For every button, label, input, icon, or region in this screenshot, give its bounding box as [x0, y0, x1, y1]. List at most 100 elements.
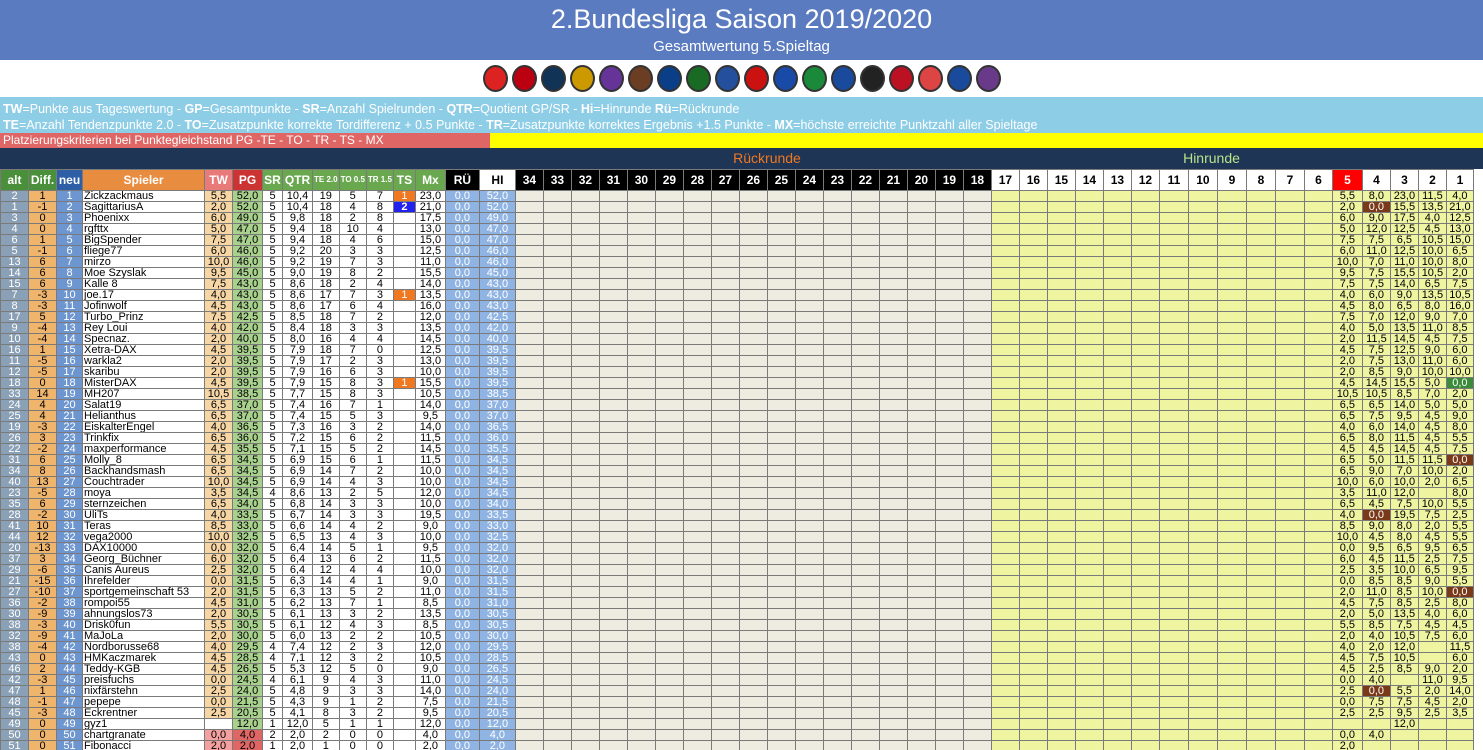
col-header-sr[interactable]: SR: [262, 169, 283, 191]
col-header-ts[interactable]: TS: [392, 169, 416, 191]
col-header-alt[interactable]: alt: [0, 169, 29, 191]
col-header-day[interactable]: 30: [626, 169, 656, 191]
col-header-day[interactable]: 10: [1187, 169, 1218, 191]
col-header-day[interactable]: 19: [934, 169, 964, 191]
table-row[interactable]: 23 -5 28 moya 3,5 34,5 4 8,6 13 2 5 12,0 0,0 34,5 3,5 1…: [0, 487, 1474, 499]
table-row[interactable]: 21 -15 36 Ihrefelder 0,0 31,5 5 6,3 14 4 1 9,0 0,0 31…: [0, 575, 1474, 587]
table-row[interactable]: 12 -5 17 skaribu 2,0 39,5 5 7,9 16 6 3 10,0 0,0 39,5 2…: [0, 366, 1474, 378]
table-row[interactable]: 35 6 29 sternzeichen 6,5 34,0 5 6,8 14 3 3 10,0 0,0 3…: [0, 498, 1474, 510]
col-header-day[interactable]: 27: [710, 169, 740, 191]
table-row[interactable]: 43 0 43 HMKaczmarek 4,5 28,5 4 7,1 12 3 2 10,5 0,0 28…: [0, 652, 1474, 664]
col-header-hi[interactable]: HI: [478, 169, 516, 191]
col-header-spieler[interactable]: Spieler: [82, 169, 205, 191]
col-header-day[interactable]: 7: [1274, 169, 1305, 191]
col-header-day[interactable]: 20: [906, 169, 936, 191]
col-header-neu[interactable]: neu: [56, 169, 83, 191]
col-header-day[interactable]: 14: [1074, 169, 1104, 191]
col-header-mx[interactable]: Mx: [414, 169, 446, 191]
table-row[interactable]: 28 -2 30 UliTs 4,0 33,5 5 6,7 14 3 3 19,5 0,0 33,5 4,0…: [0, 509, 1474, 521]
table-row[interactable]: 18 0 18 MisterDAX 4,5 39,5 5 7,9 15 8 3 1 15,5 0,0 39,…: [0, 377, 1474, 389]
col-header-day[interactable]: 9: [1216, 169, 1247, 191]
table-row[interactable]: 16 1 15 Xetra-DAX 4,5 39,5 5 7,9 18 7 0 12,5 0,0 39,5…: [0, 344, 1474, 356]
table-row[interactable]: 2 1 1 Zickzackmaus 5,5 52,0 5 10,4 19 5 7 1 23,0 0,0 5…: [0, 190, 1474, 202]
col-header-day[interactable]: 16: [1018, 169, 1048, 191]
table-row[interactable]: 38 -3 40 Drisk0fun 5,5 30,5 5 6,1 12 4 3 8,5 0,0 30,5…: [0, 619, 1474, 631]
col-header-day[interactable]: 6: [1303, 169, 1333, 191]
table-row[interactable]: 37 3 34 Georg_Büchner 6,0 32,0 5 6,4 13 6 2 11,5 0,0…: [0, 553, 1474, 565]
table-row[interactable]: 46 2 44 Teddy-KGB 4,5 26,5 5 5,3 12 5 0 9,0 0,0 26,5 4…: [0, 663, 1474, 675]
col-header-day[interactable]: 18: [962, 169, 992, 191]
table-row[interactable]: 32 -9 41 MaJoLa 2,0 30,0 5 6,0 13 2 2 10,5 0,0 30,0 2,…: [0, 630, 1474, 642]
col-header-day[interactable]: 34: [514, 169, 544, 191]
table-row[interactable]: 14 6 8 Moe Szyslak 9,5 45,0 5 9,0 19 8 2 15,5 0,0 45,…: [0, 267, 1474, 279]
table-row[interactable]: 45 -3 48 Eckrentner 2,5 20,5 5 4,1 8 3 2 9,5 0,0 20,5…: [0, 707, 1474, 719]
table-row[interactable]: 3 0 3 Phoenixx 6,0 49,0 5 9,8 18 2 8 17,5 0,0 49,0 6,0…: [0, 212, 1474, 224]
table-row[interactable]: 20 -13 33 DAX10000 0,0 32,0 5 6,4 14 5 1 9,5 0,0 32,0…: [0, 542, 1474, 554]
col-header-day[interactable]: 26: [738, 169, 768, 191]
col-header-day[interactable]: 17: [990, 169, 1020, 191]
table-row[interactable]: 7 -3 10 joe.17 4,0 43,0 5 8,6 17 7 3 1 13,5 0,0 43,0 4,…: [0, 289, 1474, 301]
table-row[interactable]: 13 6 7 mirzo 10,0 46,0 5 9,2 19 7 3 11,0 0,0 46,0 10,0…: [0, 256, 1474, 268]
col-header-day[interactable]: 8: [1245, 169, 1276, 191]
table-row[interactable]: 50 0 50 chartgranate 0,0 4,0 2 2,0 2 0 0 4,0 0,0 4,0 0…: [0, 729, 1474, 741]
col-header-day[interactable]: 3: [1389, 169, 1419, 191]
table-row[interactable]: 25 4 21 Helianthus 6,5 37,0 5 7,4 15 5 3 9,5 0,0 37,0…: [0, 410, 1474, 422]
col-header-day[interactable]: 23: [822, 169, 852, 191]
table-row[interactable]: 41 10 31 Teras 8,5 33,0 5 6,6 14 4 2 9,0 0,0 33,0 8,5 9…: [0, 520, 1474, 532]
col-header-current-day[interactable]: 5: [1331, 169, 1363, 191]
table-row[interactable]: 9 -4 13 Rey Loui 4,0 42,0 5 8,4 18 3 3 13,5 0,0 42,0 4…: [0, 322, 1474, 334]
table-row[interactable]: 26 3 23 Trinkfix 6,5 36,0 5 7,2 15 6 2 11,5 0,0 36,0 6…: [0, 432, 1474, 444]
table-row[interactable]: 22 -2 24 maxperformance 4,5 35,5 5 7,1 15 5 2 14,5 0…: [0, 443, 1474, 455]
col-header-tw[interactable]: TW: [204, 169, 233, 191]
table-row[interactable]: 30 -9 39 ahnungslos73 2,0 30,5 5 6,1 13 3 2 13,5 0,0…: [0, 608, 1474, 620]
col-header-day[interactable]: 29: [654, 169, 684, 191]
table-row[interactable]: 6 1 5 BigSpender 7,5 47,0 5 9,4 18 4 6 15,0 0,0 47,0 7…: [0, 234, 1474, 246]
table-row[interactable]: 19 -3 22 EiskalterEngel 4,0 36,5 5 7,3 16 3 2 14,0 0…: [0, 421, 1474, 433]
table-row[interactable]: 34 8 26 Backhandsmash 6,5 34,5 5 6,9 14 7 2 10,0 0,0…: [0, 465, 1474, 477]
table-row[interactable]: 51 0 51 Fibonacci 2,0 2,0 1 2,0 1 0 0 2,0 0,0 2,0 2,0: [0, 740, 1474, 750]
col-header-tr[interactable]: TR 1.5: [365, 169, 394, 191]
col-header-day[interactable]: 13: [1102, 169, 1132, 191]
col-header-day[interactable]: 25: [766, 169, 796, 191]
table-row[interactable]: 31 6 25 Molly_8 6,5 34,5 5 6,9 15 6 1 11,5 0,0 34,5 6,…: [0, 454, 1474, 466]
table-row[interactable]: 5 -1 6 fliege77 6,0 46,0 5 9,2 20 3 3 12,5 0,0 46,0 6,…: [0, 245, 1474, 257]
table-row[interactable]: 4 0 4 rgfttx 5,0 47,0 5 9,4 18 10 4 13,0 0,0 47,0 5,0 1…: [0, 223, 1474, 235]
col-header-qtr[interactable]: QTR: [282, 169, 313, 191]
table-row[interactable]: 1 -1 2 SagittariusA 2,0 52,0 5 10,4 18 4 8 2 21,0 0,0…: [0, 201, 1474, 213]
col-header-diff[interactable]: Diff.: [28, 169, 57, 191]
col-header-to[interactable]: TO 0.5: [338, 169, 367, 191]
col-header-day[interactable]: 33: [542, 169, 572, 191]
col-header-day[interactable]: 2: [1417, 169, 1447, 191]
col-header-day[interactable]: 21: [878, 169, 908, 191]
col-header-day[interactable]: 12: [1130, 169, 1160, 191]
table-row[interactable]: 27 -10 37 sportgemeinschaft 53 2,0 31,5 5 6,3 13…: [0, 586, 1474, 598]
col-header-day[interactable]: 31: [598, 169, 628, 191]
table-row[interactable]: 10 -4 14 Specnaz. 2,0 40,0 5 8,0 16 4 4 14,5 0,0 40,0…: [0, 333, 1474, 345]
col-header-te[interactable]: TE 2.0: [312, 169, 340, 191]
table-row[interactable]: 40 13 27 Couchtrader 10,0 34,5 5 6,9 14 4 3 10,0 0,0…: [0, 476, 1474, 488]
col-header-day[interactable]: 24: [794, 169, 824, 191]
col-header-day[interactable]: 32: [570, 169, 600, 191]
col-header-day[interactable]: 22: [850, 169, 880, 191]
col-header-day[interactable]: 4: [1361, 169, 1391, 191]
table-row[interactable]: 29 -6 35 Canis Aureus 2,5 32,0 5 6,4 12 4 4 10,0 0,0…: [0, 564, 1474, 576]
table-row[interactable]: 8 -3 11 Jofinwolf 4,5 43,0 5 8,6 17 6 4 16,0 0,0 43,0…: [0, 300, 1474, 312]
table-row[interactable]: 24 4 20 Salat19 6,5 37,0 5 7,4 16 7 1 14,0 0,0 37,0 6,…: [0, 399, 1474, 411]
table-row[interactable]: 17 5 12 Turbo_Prinz 7,5 42,5 5 8,5 18 7 2 12,0 0,0 42…: [0, 311, 1474, 323]
table-row[interactable]: 48 -1 47 pepepe 0,0 21,5 5 4,3 9 1 2 7,5 0,0 21,5 0,0 7…: [0, 696, 1474, 708]
table-row[interactable]: 33 14 19 MH207 10,5 38,5 5 7,7 15 8 3 10,5 0,0 38,5 10…: [0, 388, 1474, 400]
table-row[interactable]: 15 6 9 Kalle 8 7,5 43,0 5 8,6 18 2 4 14,0 0,0 43,0 7,5…: [0, 278, 1474, 290]
col-header-day[interactable]: 1: [1445, 169, 1474, 191]
table-row[interactable]: 11 -5 16 warkla2 2,0 39,5 5 7,9 17 2 3 13,0 0,0 39,5 2…: [0, 355, 1474, 367]
col-header-day[interactable]: 28: [682, 169, 712, 191]
table-row[interactable]: 38 -4 42 Nordborusse68 4,0 29,5 4 7,4 12 2 3 12,0 0,…: [0, 641, 1474, 653]
table-row[interactable]: 42 -3 45 preisfuchs 0,0 24,5 4 6,1 9 4 3 11,0 0,0 24,…: [0, 674, 1474, 686]
table-row[interactable]: 44 12 32 vega2000 10,0 32,5 5 6,5 13 4 3 10,0 0,0 32,…: [0, 531, 1474, 543]
col-header-pg[interactable]: PG: [232, 169, 263, 191]
table-row[interactable]: 49 0 49 gyz1 12,0 1 12,0 5 1 1 12,0 0,0 12,0 12,0: [0, 718, 1474, 730]
col-header-day[interactable]: 11: [1158, 169, 1189, 191]
table-row[interactable]: 47 1 46 nixfärstehn 2,5 24,0 5 4,8 9 3 3 14,0 0,0 24,…: [0, 685, 1474, 697]
col-header-ru[interactable]: RÜ: [444, 169, 480, 191]
table-row[interactable]: 36 -2 38 rompoi55 4,5 31,0 5 6,2 13 7 1 8,5 0,0 31,0 4…: [0, 597, 1474, 609]
col-header-day[interactable]: 15: [1046, 169, 1076, 191]
